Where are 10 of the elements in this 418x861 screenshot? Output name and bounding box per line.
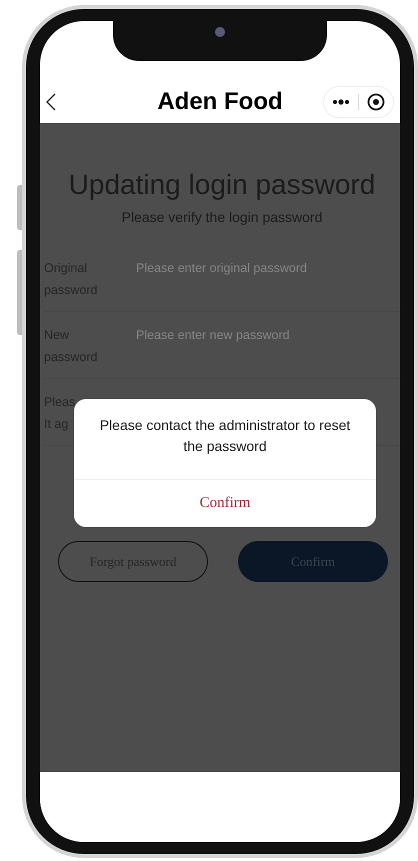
dialog-message: Please contact the administrator to reset the password bbox=[98, 416, 352, 456]
dialog-confirm-button[interactable]: Confirm bbox=[74, 479, 376, 527]
capsule-menu[interactable] bbox=[323, 86, 394, 118]
close-icon[interactable] bbox=[367, 93, 385, 111]
more-icon[interactable] bbox=[332, 99, 350, 105]
back-icon[interactable] bbox=[46, 93, 56, 111]
password-field[interactable]: Please enter new password bbox=[136, 324, 400, 346]
camera-icon bbox=[215, 27, 225, 37]
app-title: Aden Food bbox=[157, 88, 283, 115]
password-field[interactable]: Please enter original password bbox=[136, 257, 400, 279]
